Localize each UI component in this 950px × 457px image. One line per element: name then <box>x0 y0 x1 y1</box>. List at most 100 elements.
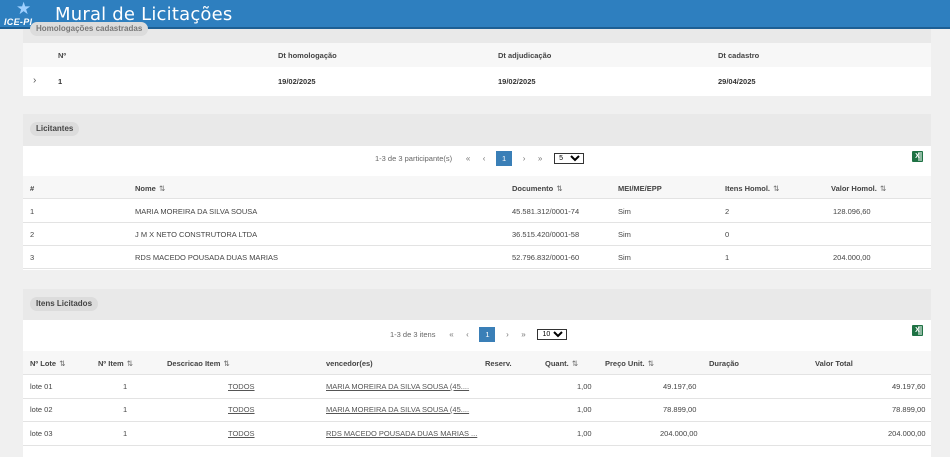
col-documento[interactable]: Documento ⇅ <box>512 184 563 193</box>
item-descricao-link[interactable]: TODOS <box>228 429 255 438</box>
licitante-itens: 0 <box>725 230 730 239</box>
licitantes-pager: 1-3 de 3 participante(s) « ‹ 1 › » 5 10 … <box>375 151 585 166</box>
item-preco: 204.000,00 <box>660 429 698 438</box>
itens-band <box>23 289 931 320</box>
item-quant: 1,00 <box>577 429 592 438</box>
licitante-index: 2 <box>30 230 35 239</box>
licitante-mei: Sim <box>618 207 631 216</box>
divider <box>23 198 931 199</box>
item-vencedor-link[interactable]: MARIA MOREIRA DA SILVA SOUSA (45.... <box>326 405 469 414</box>
first-page-button[interactable]: « <box>460 154 476 163</box>
sort-arrows-icon: ⇅ <box>647 359 654 368</box>
col-quant[interactable]: Quant. ⇅ <box>545 359 578 368</box>
sort-arrows-icon: ⇅ <box>59 359 66 368</box>
col-num: Nº <box>58 51 67 60</box>
col-duracao: Duração <box>709 359 740 368</box>
item-vencedor-link[interactable]: RDS MACEDO POUSADA DUAS MARIAS ... <box>326 429 477 438</box>
prev-page-button[interactable]: ‹ <box>459 330 475 339</box>
item-num: 1 <box>123 405 128 414</box>
col-lote[interactable]: Nº Lote ⇅ <box>30 359 65 368</box>
last-page-button[interactable]: » <box>532 154 548 163</box>
logo-text: ICE-PI <box>4 17 33 27</box>
excel-export-icon[interactable]: X <box>912 325 923 336</box>
licitante-nome: J M X NETO CONSTRUTORA LTDA <box>135 230 258 239</box>
page-1-button[interactable]: 1 <box>496 151 513 166</box>
itens-pager-info: 1-3 de 3 itens <box>390 330 436 339</box>
item-descricao-link[interactable]: TODOS <box>228 405 255 414</box>
sort-arrows-icon: ⇅ <box>879 184 887 193</box>
next-page-button[interactable]: › <box>516 154 532 163</box>
licitantes-band <box>23 114 931 146</box>
chevron-right-icon[interactable]: › <box>33 75 36 86</box>
sort-arrows-icon: ⇅ <box>773 184 780 193</box>
page-size-select[interactable]: 10 5 20 <box>537 329 568 340</box>
item-total: 78.899,00 <box>892 405 926 414</box>
item-lote: lote 02 <box>30 405 53 414</box>
col-dt-homologacao: Dt homologação <box>278 51 337 60</box>
first-page-button[interactable]: « <box>443 330 459 339</box>
homologacao-dt-cadastro: 29/04/2025 <box>718 77 756 86</box>
col-valor-homol[interactable]: Valor Homol. ⇅ <box>831 184 886 193</box>
col-itens-homol[interactable]: Itens Homol. ⇅ <box>725 184 779 193</box>
licitante-valor: 128.096,60 <box>833 207 871 216</box>
col-descricao[interactable]: Descricao Item ⇅ <box>167 359 230 368</box>
item-lote: lote 01 <box>30 382 53 391</box>
col-nome[interactable]: Nome ⇅ <box>135 184 165 193</box>
licitante-itens: 2 <box>725 207 730 216</box>
sort-arrows-icon: ⇅ <box>571 359 579 368</box>
itens-pager: 1-3 de 3 itens « ‹ 1 › » 10 5 20 <box>390 327 568 342</box>
licitante-nome: RDS MACEDO POUSADA DUAS MARIAS <box>135 253 278 262</box>
homologacao-num: 1 <box>58 77 63 86</box>
col-vencedor: vencedor(es) <box>326 359 373 368</box>
item-preco: 49.197,60 <box>663 382 697 391</box>
item-num: 1 <box>123 382 128 391</box>
item-vencedor-link[interactable]: MARIA MOREIRA DA SILVA SOUSA (45.... <box>326 382 469 391</box>
item-descricao-link[interactable]: TODOS <box>228 382 255 391</box>
next-page-button[interactable]: › <box>499 330 515 339</box>
item-total: 49.197,60 <box>892 382 926 391</box>
licitante-index: 3 <box>30 253 35 262</box>
sort-arrows-icon: ⇅ <box>556 184 563 193</box>
divider <box>23 398 931 399</box>
col-dt-adjudicacao: Dt adjudicação <box>498 51 552 60</box>
sort-arrows-icon: ⇅ <box>223 359 230 368</box>
licitante-index: 1 <box>30 207 35 216</box>
homologacoes-band <box>23 29 931 43</box>
homologacao-dt-adjudicacao: 19/02/2025 <box>498 77 536 86</box>
col-preco[interactable]: Preço Unit. ⇅ <box>605 359 654 368</box>
divider <box>23 445 931 446</box>
page-1-button[interactable]: 1 <box>479 327 496 342</box>
divider <box>23 268 931 269</box>
prev-page-button[interactable]: ‹ <box>476 154 492 163</box>
licitante-mei: Sim <box>618 253 631 262</box>
homologacoes-chip: Homologações cadastradas <box>30 22 149 36</box>
sort-arrows-icon: ⇅ <box>158 184 166 193</box>
last-page-button[interactable]: » <box>515 330 531 339</box>
licitante-itens: 1 <box>725 253 730 262</box>
divider <box>23 245 931 246</box>
sort-arrows-icon: ⇅ <box>126 359 133 368</box>
col-total: Valor Total <box>815 359 853 368</box>
licitante-documento: 52.796.832/0001-60 <box>512 253 580 262</box>
item-num: 1 <box>123 429 128 438</box>
licitante-valor: 204.000,00 <box>833 253 871 262</box>
item-quant: 1,00 <box>577 382 592 391</box>
licitantes-chip: Licitantes <box>30 122 80 136</box>
itens-chip: Itens Licitados <box>30 297 99 311</box>
page-size-select[interactable]: 5 10 20 <box>554 153 585 164</box>
licitante-documento: 45.581.312/0001-74 <box>512 207 580 216</box>
licitante-documento: 36.515.420/0001-58 <box>512 230 580 239</box>
licitante-mei: Sim <box>618 230 631 239</box>
itens-header-row <box>23 351 931 374</box>
licitantes-pager-info: 1-3 de 3 participante(s) <box>375 154 453 163</box>
item-quant: 1,00 <box>577 405 592 414</box>
divider <box>23 374 931 375</box>
col-index: # <box>30 184 35 193</box>
excel-export-icon[interactable]: X <box>912 151 923 162</box>
item-lote: lote 03 <box>30 429 53 438</box>
col-item[interactable]: Nº Item ⇅ <box>98 359 133 368</box>
homologacao-dt-homologacao: 19/02/2025 <box>278 77 316 86</box>
item-total: 204.000,00 <box>888 429 926 438</box>
homologacoes-header-row <box>23 43 931 67</box>
col-mei: MEI/ME/EPP <box>618 184 662 193</box>
